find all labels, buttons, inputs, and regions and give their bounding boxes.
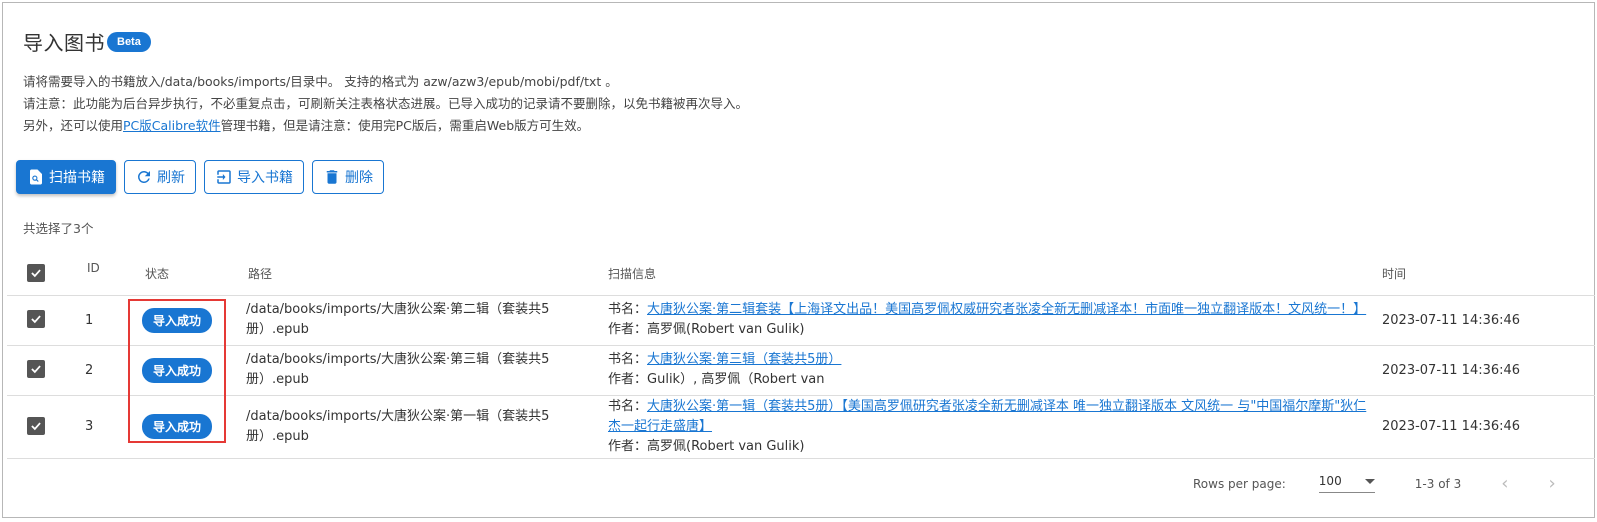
scan-books-label: 扫描书籍: [49, 170, 105, 186]
row-id: 1: [69, 295, 127, 346]
refresh-button[interactable]: 刷新: [124, 160, 196, 194]
row-id: 2: [69, 345, 127, 396]
column-path[interactable]: 路径: [245, 253, 607, 296]
book-title-link[interactable]: 大唐狄公案·第三辑（套装共5册）: [647, 352, 841, 367]
note-line-3-suffix: 管理书籍，但是请注意：使用完PC版后，需重启Web版方可生效。: [220, 118, 590, 133]
row-time: 2023-07-11 14:36:46: [1381, 295, 1595, 346]
scan-books-button[interactable]: 扫描书籍: [16, 160, 116, 194]
refresh-label: 刷新: [157, 170, 185, 186]
chevron-right-icon[interactable]: ›: [1548, 473, 1555, 494]
book-title-label: 书名：: [608, 352, 648, 367]
import-books-label: 导入书籍: [237, 170, 293, 186]
pagination: Rows per page: 100 1-3 of 3 ‹ ›: [1193, 473, 1556, 494]
book-title-label: 书名：: [608, 302, 648, 317]
check-icon: [31, 365, 41, 374]
page-range: 1-3 of 3: [1414, 476, 1462, 491]
row-path: /data/books/imports/大唐狄公案·第三辑（套装共5册）.epu…: [246, 352, 550, 387]
caret-down-icon: [1364, 478, 1375, 484]
page-title: 导入图书: [23, 31, 105, 55]
row-checkbox[interactable]: [27, 310, 45, 328]
note-line-3-prefix: 另外，还可以使用: [23, 118, 124, 133]
book-title-label: 书名：: [608, 398, 648, 414]
import-icon: [217, 170, 231, 184]
document-search-icon: [30, 169, 42, 185]
note-line-1: 请将需要导入的书籍放入/data/books/imports/目录中。 支持的格…: [23, 74, 618, 89]
row-time: 2023-07-11 14:36:46: [1381, 395, 1595, 459]
table-row[interactable]: 1 导入成功 /data/books/imports/大唐狄公案·第二辑（套装共…: [7, 295, 1595, 346]
delete-label: 删除: [345, 170, 373, 186]
calibre-link[interactable]: PC版Calibre软件: [123, 118, 221, 133]
import-table: ID 状态 路径 扫描信息 时间 1 导入成功 /data/books/impo…: [7, 253, 1595, 459]
row-id: 3: [69, 395, 127, 459]
rows-per-page-select[interactable]: 100: [1318, 474, 1375, 493]
row-checkbox[interactable]: [27, 360, 45, 378]
import-books-button[interactable]: 导入书籍: [204, 160, 304, 194]
table-header-row: ID 状态 路径 扫描信息 时间: [7, 253, 1595, 296]
author-label: 作者：: [608, 322, 648, 337]
author-label: 作者：: [608, 438, 648, 454]
status-badge: 导入成功: [142, 414, 213, 439]
rows-per-page-value: 100: [1318, 474, 1342, 488]
column-id[interactable]: ID: [69, 253, 127, 296]
rows-per-page-label: Rows per page:: [1193, 476, 1286, 491]
page-header: 导入图书 Beta: [23, 27, 151, 56]
author-label: 作者：: [608, 372, 648, 387]
book-title-link[interactable]: 大唐狄公案·第一辑（套装共5册）【美国高罗佩研究者张凌全新无删减译本 唯一独立翻…: [608, 399, 1366, 434]
delete-button[interactable]: 删除: [312, 160, 384, 194]
table-row[interactable]: 3 导入成功 /data/books/imports/大唐狄公案·第一辑（套装共…: [7, 395, 1595, 459]
column-scan-info[interactable]: 扫描信息: [607, 253, 1381, 296]
row-path: /data/books/imports/大唐狄公案·第一辑（套装共5册）.epu…: [246, 408, 550, 444]
toolbar: 扫描书籍 刷新 导入书籍 删除: [16, 160, 384, 194]
select-all-checkbox[interactable]: [27, 264, 45, 283]
row-scan-info: 书名：大唐狄公案·第三辑（套装共5册） 作者：Gulik）, 高罗佩（Robert…: [608, 350, 1368, 390]
beta-badge: Beta: [107, 31, 151, 52]
row-scan-info: 书名：大唐狄公案·第一辑（套装共5册）【美国高罗佩研究者张凌全新无删减译本 唯一…: [608, 397, 1368, 457]
refresh-icon: [137, 170, 150, 183]
selection-count: 共选择了3个: [23, 221, 94, 236]
author-name: 高罗佩(Robert van Gulik): [647, 322, 805, 337]
note-line-2: 请注意：此功能为后台异步执行，不必重复点击，可刷新关注表格状态进展。已导入成功的…: [23, 96, 749, 111]
import-books-panel: 导入图书 Beta 请将需要导入的书籍放入/data/books/imports…: [2, 2, 1595, 518]
row-time: 2023-07-11 14:36:46: [1381, 345, 1595, 396]
instructions: 请将需要导入的书籍放入/data/books/imports/目录中。 支持的格…: [23, 71, 748, 137]
row-path: /data/books/imports/大唐狄公案·第二辑（套装共5册）.epu…: [246, 302, 550, 337]
author-name: Gulik）, 高罗佩（Robert van: [647, 372, 825, 387]
table-row[interactable]: 2 导入成功 /data/books/imports/大唐狄公案·第三辑（套装共…: [7, 345, 1595, 396]
author-name: 高罗佩(Robert van Gulik): [647, 438, 805, 454]
column-time[interactable]: 时间: [1381, 253, 1595, 296]
status-badge: 导入成功: [142, 357, 213, 383]
chevron-left-icon[interactable]: ‹: [1501, 473, 1508, 494]
row-scan-info: 书名：大唐狄公案·第二辑套装【上海译文出品！美国高罗佩权威研究者张凌全新无删减译…: [608, 300, 1368, 340]
trash-icon: [326, 170, 338, 184]
book-title-link[interactable]: 大唐狄公案·第二辑套装【上海译文出品！美国高罗佩权威研究者张凌全新无删减译本！市…: [647, 302, 1366, 317]
row-checkbox[interactable]: [27, 416, 45, 435]
check-icon: [31, 269, 41, 278]
check-icon: [31, 315, 41, 324]
check-icon: [31, 421, 41, 430]
column-status[interactable]: 状态: [127, 253, 245, 296]
status-badge: 导入成功: [142, 307, 213, 333]
note-line-3: 另外，还可以使用PC版Calibre软件管理书籍，但是请注意：使用完PC版后，需…: [23, 115, 748, 137]
